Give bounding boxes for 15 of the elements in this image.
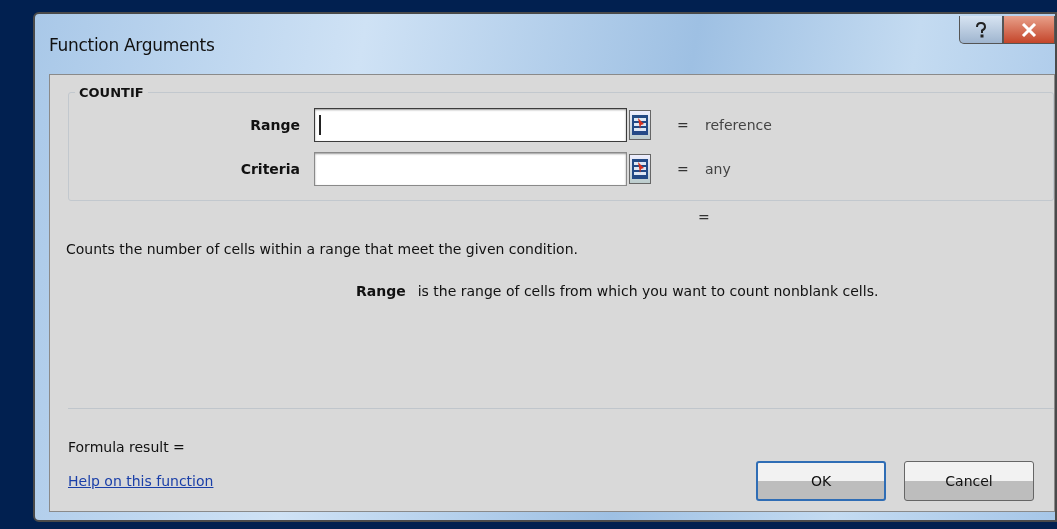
result-equals: = [698,209,711,225]
argument-label: Criteria [239,161,301,177]
ok-button[interactable]: OK [756,461,886,501]
argument-label: Range [249,117,301,133]
formula-result: Formula result = [68,439,186,455]
argument-result: reference [705,117,772,133]
equals-sign: = [677,161,690,177]
help-link[interactable]: Help on this function [68,473,214,489]
window-title: Function Arguments [49,35,215,55]
cancel-button[interactable]: Cancel [904,461,1034,501]
function-name: COUNTIF [78,85,145,100]
argument-result: any [705,161,731,177]
function-description: Counts the number of cells within a range that meet the given condition. [66,241,579,257]
argument-help: Range is the range of cells from which you want to count nonblank cells. [356,283,880,299]
equals-sign: = [677,117,690,133]
